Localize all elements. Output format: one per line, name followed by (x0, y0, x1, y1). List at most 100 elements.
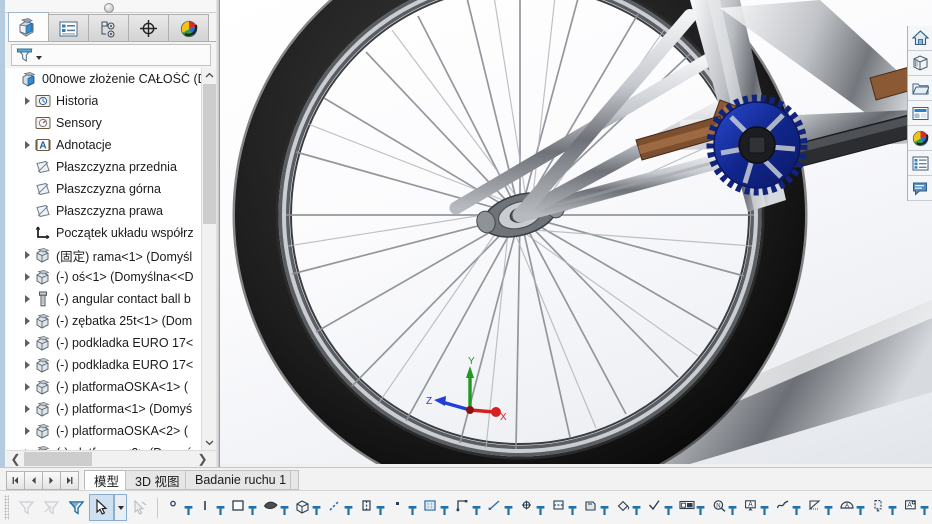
point-vertex-icon[interactable] (387, 494, 412, 521)
doc-tab-3d-views[interactable]: 3D 视图 (125, 470, 190, 490)
sketch-region-icon[interactable] (419, 494, 444, 521)
weld-symbol-icon[interactable] (803, 494, 828, 521)
tab-dimxpert-manager[interactable] (128, 14, 169, 42)
view-palette-icon[interactable] (908, 51, 932, 76)
sketch-point-line-icon[interactable] (483, 494, 508, 521)
dim-line-icon[interactable] (515, 494, 540, 521)
prev-tab-icon[interactable] (24, 471, 43, 490)
tree-item[interactable]: (-) oś<1> (Domyślna<<D (6, 266, 201, 288)
filter-off-icon (39, 494, 64, 521)
tree-filter-bar[interactable] (11, 44, 211, 66)
paint-bucket-icon[interactable] (611, 494, 636, 521)
datum-feature-icon[interactable]: A (835, 494, 860, 521)
tree-scroll-thumb[interactable] (203, 84, 216, 224)
sketch-segment-icon[interactable] (451, 494, 476, 521)
doc-tab-model[interactable]: 模型 (84, 470, 130, 490)
next-tab-icon[interactable] (42, 471, 61, 490)
geometric-tol-icon[interactable] (867, 494, 892, 521)
tree-item[interactable]: Sensory (6, 112, 201, 134)
tree-item[interactable]: (-) angular contact ball b (6, 288, 201, 310)
tree-item[interactable]: (-) platforma<1> (Domyś (6, 398, 201, 420)
tree-item[interactable]: (固定) rama<1> (Domyśl (6, 244, 201, 266)
solid-body-icon[interactable] (291, 494, 316, 521)
tree-item[interactable]: Płaszczyzna górna (6, 178, 201, 200)
expand-arrow-icon[interactable] (20, 339, 34, 347)
tree-item[interactable]: Początek układu współrz (6, 222, 201, 244)
tree-item-label: (固定) rama<1> (Domyśl (56, 249, 193, 264)
expand-arrow-icon[interactable] (20, 361, 34, 369)
display-pane-icon[interactable] (908, 101, 932, 126)
tree-hscroll-thumb[interactable] (24, 452, 92, 466)
expand-arrow-icon[interactable] (20, 383, 34, 391)
expand-arrow-icon[interactable] (20, 251, 34, 259)
annotation-a-icon[interactable]: A (739, 494, 764, 521)
doc-tab-overflow[interactable] (290, 470, 299, 490)
chevron-up-icon (205, 72, 214, 78)
select-arrow-icon[interactable] (89, 494, 114, 521)
tree-item[interactable]: (-) platformaOSKA<2> ( (6, 420, 201, 442)
tree-item[interactable]: 00nowe złożenie CAŁOŚĆ (D (6, 68, 201, 90)
tree-item[interactable]: A Adnotacje (6, 134, 201, 156)
graphics-viewport[interactable]: Y Z X (220, 0, 932, 464)
tree-item[interactable]: Płaszczyzna prawa (6, 200, 201, 222)
angle-a-icon[interactable]: A (899, 494, 924, 521)
tab-display-manager[interactable] (168, 14, 209, 42)
expand-arrow-icon[interactable] (20, 97, 34, 105)
feature-tree[interactable]: 00nowe złożenie CAŁOŚĆ (D Historia Sensory… (6, 68, 201, 450)
tree-item[interactable]: Historia (6, 90, 201, 112)
doc-tab-motion-study[interactable]: Badanie ruchu 1 (185, 470, 297, 490)
select-arrow-dropdown[interactable] (114, 494, 127, 521)
tree-item[interactable]: Płaszczyzna przednia (6, 156, 201, 178)
tree-item[interactable]: (-) podkladka EURO 17< (6, 332, 201, 354)
scroll-down-button[interactable] (202, 435, 217, 450)
plane-face-icon[interactable] (227, 494, 252, 521)
curve-note-icon[interactable] (771, 494, 796, 521)
appearances-folder-icon[interactable] (908, 76, 932, 101)
tab-design-tree[interactable] (8, 12, 49, 42)
expand-arrow-icon[interactable] (20, 427, 34, 435)
toolbar-grip[interactable] (4, 495, 9, 520)
sketch-line-icon[interactable] (323, 494, 348, 521)
pane-icon (912, 106, 928, 120)
expand-arrow-icon[interactable] (20, 317, 34, 325)
center-mark-icon[interactable] (547, 494, 572, 521)
tree-item-label: Płaszczyzna prawa (56, 204, 163, 218)
callout-balloon-icon[interactable] (908, 176, 932, 201)
tab-property-manager[interactable] (48, 14, 89, 42)
tree-vertical-scrollbar[interactable] (201, 68, 217, 450)
tree-horizontal-scrollbar[interactable]: ❮ ❯ (6, 450, 216, 468)
expand-arrow-icon[interactable] (20, 141, 34, 149)
filter-active-icon[interactable] (64, 494, 89, 521)
expand-arrow-icon[interactable] (20, 295, 34, 303)
expand-arrow-icon[interactable] (20, 273, 34, 281)
view-orientation-home-icon[interactable] (908, 26, 932, 51)
surface-face-icon[interactable] (259, 494, 284, 521)
tree-item[interactable]: (-) platforma<2> (Domyś (6, 442, 201, 450)
expand-arrow-icon[interactable] (20, 405, 34, 413)
balloon-tag-icon[interactable] (675, 494, 700, 521)
tab-configuration-manager[interactable] (88, 14, 129, 42)
appearance-sphere-icon[interactable] (908, 126, 932, 151)
tree-item[interactable]: (-) platformaOSKA<1> ( (6, 376, 201, 398)
annotations-folder-icon: A (35, 139, 51, 152)
section-line-icon[interactable] (579, 494, 604, 521)
component-icon (34, 423, 52, 439)
tree-item[interactable]: (-) zębatka 25t<1> (Dom (6, 310, 201, 332)
surface-finish-icon[interactable] (643, 494, 668, 521)
tree-item[interactable]: (-) podkladka EURO 17< (6, 354, 201, 376)
last-tab-icon[interactable] (60, 471, 79, 490)
degree-point-icon[interactable] (163, 494, 188, 521)
tab-underline (8, 41, 216, 42)
scene-list-icon[interactable] (908, 151, 932, 176)
scroll-up-button[interactable] (202, 68, 217, 83)
solidworks-window: 00nowe złożenie CAŁOŚĆ (D Historia Sensory… (0, 0, 932, 524)
midplane-icon[interactable] (355, 494, 380, 521)
component-icon (36, 335, 49, 351)
filter-dropdown-caret[interactable] (36, 55, 42, 60)
first-tab-icon[interactable] (6, 471, 25, 490)
scroll-left-button[interactable]: ❮ (7, 451, 24, 467)
line-vertical-icon[interactable] (195, 494, 220, 521)
scroll-right-button[interactable]: ❯ (194, 451, 211, 467)
magnify-note-icon[interactable]: N (707, 494, 732, 521)
component-icon (34, 357, 52, 373)
